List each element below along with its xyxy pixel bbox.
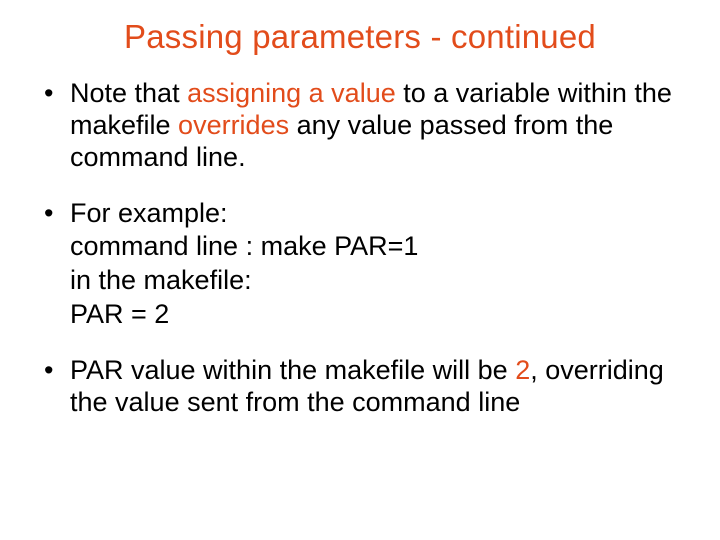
keyword: overrides — [178, 110, 289, 140]
keyword: assigning a value — [187, 78, 396, 108]
slide: Passing parameters - continued Note that… — [0, 0, 720, 540]
example-line: PAR = 2 — [70, 299, 684, 331]
bullet-2: For example: command line : make PAR=1 i… — [62, 198, 684, 331]
bullet-list: Note that assigning a value to a variabl… — [36, 78, 684, 419]
value-highlight: 2 — [515, 355, 530, 385]
text-segment: Note that — [70, 78, 187, 108]
example-line: For example: — [70, 198, 684, 230]
bullet-3: PAR value within the makefile will be 2,… — [62, 355, 684, 419]
bullet-1: Note that assigning a value to a variabl… — [62, 78, 684, 174]
text-segment: PAR value within the makefile will be — [70, 355, 515, 385]
example-line: in the makefile: — [70, 265, 684, 297]
slide-title: Passing parameters - continued — [36, 18, 684, 56]
example-line: command line : make PAR=1 — [70, 231, 684, 263]
